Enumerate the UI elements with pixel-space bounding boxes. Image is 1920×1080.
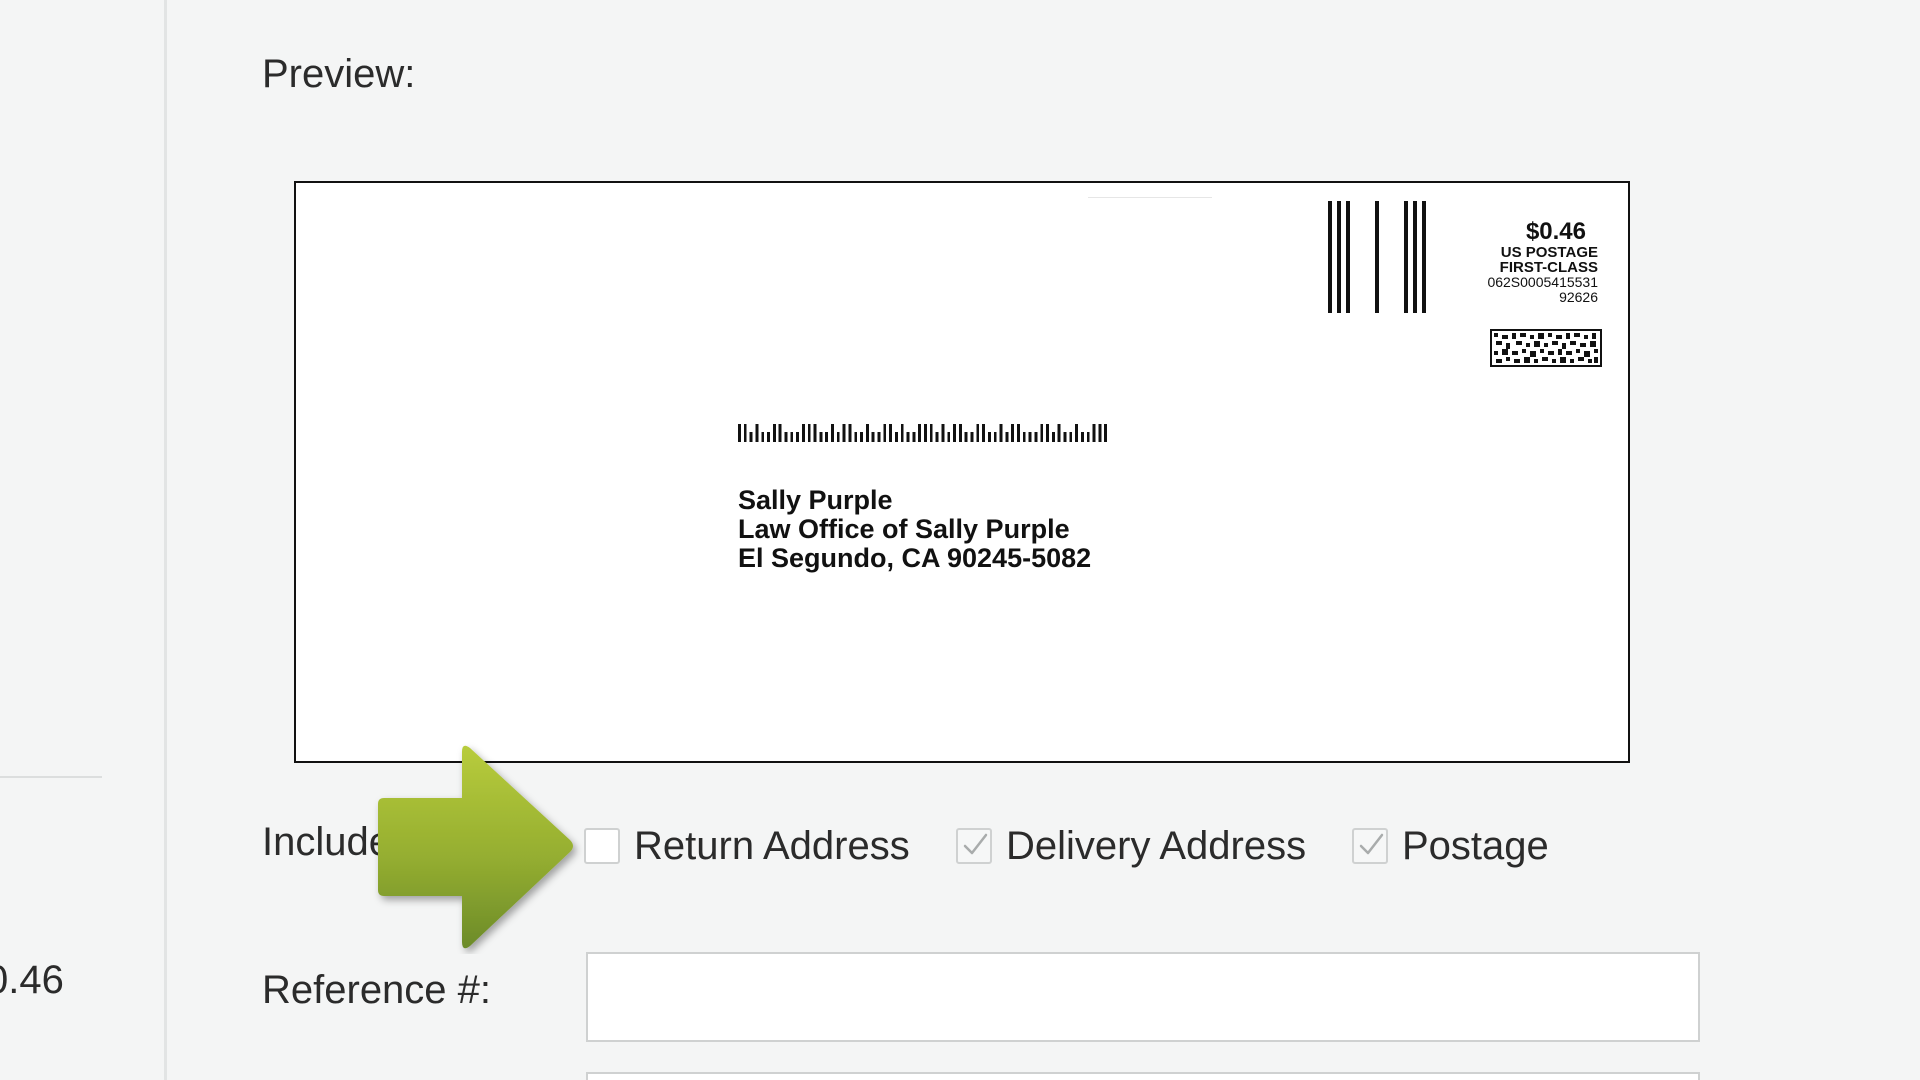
imb-bar — [1063, 432, 1067, 442]
option-return-address[interactable]: Return Address — [584, 822, 910, 870]
postage-zip-code: 92626 — [1559, 289, 1598, 305]
imb-bar — [778, 424, 782, 442]
imb-bar — [1034, 432, 1038, 442]
imb-bar — [813, 424, 817, 442]
imb-bar — [784, 432, 788, 442]
imb-bar — [906, 432, 910, 442]
imb-bar — [929, 424, 933, 442]
imb-bar — [900, 424, 904, 442]
imb-bar — [1104, 424, 1108, 442]
preview-label: Preview: — [262, 52, 416, 96]
imb-bar — [1069, 432, 1073, 442]
imb-bar — [947, 432, 951, 442]
imb-bar — [854, 432, 858, 442]
imb-bar — [1005, 432, 1009, 442]
delivery-address-block: Sally Purple Law Office of Sally Purple … — [738, 486, 1091, 573]
option-postage[interactable]: Postage — [1352, 822, 1549, 870]
imb-bar — [935, 432, 939, 442]
postage-amount: $0.46 — [1525, 218, 1586, 245]
imb-bar — [796, 432, 800, 442]
imb-bar — [819, 432, 823, 442]
sidebar-postage-amount: 0.46 — [0, 958, 64, 1002]
imb-bar — [738, 424, 741, 442]
imb-bar — [1040, 424, 1044, 442]
imb-bar — [848, 424, 852, 442]
postage-checkbox[interactable] — [1352, 828, 1388, 864]
imb-bar — [958, 424, 962, 442]
imb-bar — [772, 424, 776, 442]
imb-bar — [761, 432, 765, 442]
delivery-address-label[interactable]: Delivery Address — [1006, 824, 1306, 869]
reference-input[interactable] — [586, 952, 1700, 1042]
sidebar-divider — [0, 776, 102, 778]
postage-indicia: $0.46 US POSTAGE FIRST-CLASS 062S0005415… — [1487, 219, 1598, 305]
imb-bar — [982, 424, 986, 442]
imb-bar — [1011, 424, 1015, 442]
imb-bar — [970, 432, 974, 442]
imb-bar — [918, 424, 922, 442]
imb-bar — [889, 424, 893, 442]
arrow-right-icon — [378, 745, 573, 949]
fim-barcode — [1328, 201, 1426, 313]
imb-bar — [1075, 424, 1079, 442]
reference-label: Reference #: — [262, 968, 492, 1012]
page: 0.46 Preview: $0.46 US POSTAGE FIRST-CLA… — [0, 0, 1920, 1080]
delivery-company: Law Office of Sally Purple — [738, 514, 1070, 544]
imb-bar — [877, 432, 881, 442]
imb-bar — [749, 432, 753, 442]
postage-meter-code: 062S0005415531 — [1487, 274, 1598, 290]
next-input-field[interactable] — [586, 1072, 1700, 1080]
postage-label[interactable]: Postage — [1402, 824, 1549, 869]
imb-bar — [807, 424, 811, 442]
imb-bar — [825, 432, 829, 442]
imb-bar — [743, 424, 747, 442]
left-sidebar: 0.46 — [0, 0, 164, 1080]
imb-bar — [999, 424, 1003, 442]
imb-bar — [993, 432, 997, 442]
delivery-name: Sally Purple — [738, 485, 893, 515]
imb-bar — [912, 432, 916, 442]
imb-bar — [801, 424, 805, 442]
sidebar-border — [164, 0, 167, 1080]
delivery-city-line: El Segundo, CA 90245-5082 — [738, 543, 1092, 573]
return-address-label[interactable]: Return Address — [634, 824, 910, 869]
postage-us-postage: US POSTAGE — [1500, 244, 1598, 261]
imb-bar — [953, 424, 956, 442]
intelligent-mail-barcode — [738, 424, 1108, 442]
imb-bar — [883, 424, 887, 442]
imb-bar — [790, 432, 794, 442]
imb-bar — [755, 424, 759, 442]
imb-bar — [964, 432, 968, 442]
envelope-faint-line — [1088, 197, 1212, 198]
imb-bar — [1051, 432, 1055, 442]
imb-bar — [1028, 432, 1032, 442]
imb-bar — [1098, 424, 1102, 442]
postage-class: FIRST-CLASS — [1499, 259, 1598, 276]
delivery-address-checkbox[interactable] — [956, 828, 992, 864]
imb-bar — [1022, 432, 1026, 442]
imb-bar — [924, 424, 927, 442]
checkmark-icon — [963, 833, 988, 855]
imb-bar — [1046, 424, 1049, 442]
imb-bar — [1092, 424, 1096, 442]
imb-bar — [1086, 432, 1090, 442]
imb-bar — [836, 432, 840, 442]
imb-bar — [894, 432, 898, 442]
imb-bar — [865, 424, 869, 442]
envelope-preview: $0.46 US POSTAGE FIRST-CLASS 062S0005415… — [294, 181, 1630, 763]
imb-bar — [941, 424, 945, 442]
imb-bar — [1057, 424, 1061, 442]
imb-bar — [976, 424, 980, 442]
imb-bar — [1017, 424, 1020, 442]
imb-bar — [842, 424, 846, 442]
imb-bar — [860, 432, 863, 442]
datamatrix-barcode — [1490, 329, 1602, 367]
imb-bar — [987, 432, 991, 442]
imb-bar — [831, 424, 834, 442]
imb-bar — [1080, 432, 1084, 442]
imb-bar — [871, 432, 875, 442]
option-delivery-address[interactable]: Delivery Address — [956, 822, 1306, 870]
checkmark-icon — [1359, 833, 1384, 855]
imb-bar — [767, 432, 770, 442]
